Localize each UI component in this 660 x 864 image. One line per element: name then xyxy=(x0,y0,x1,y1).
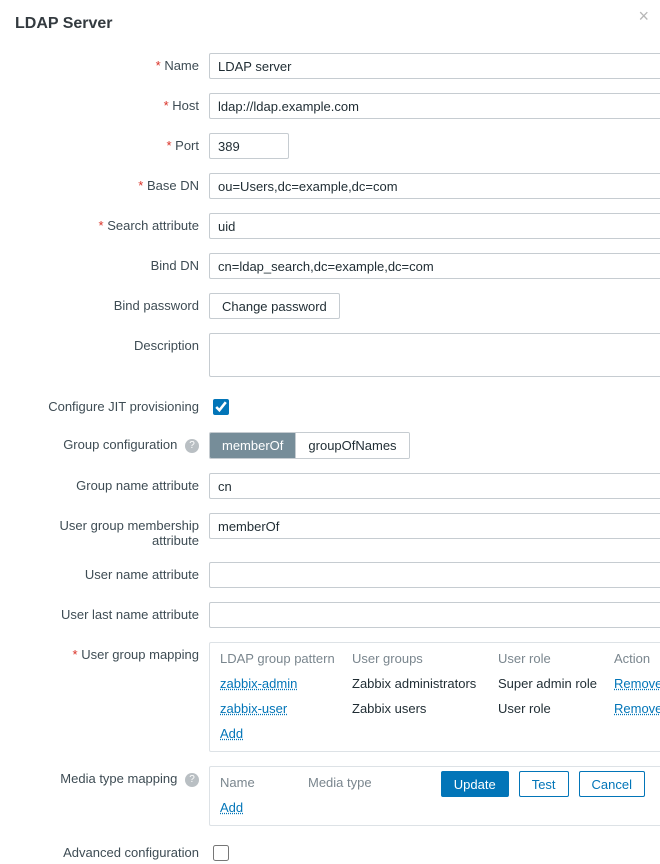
host-input[interactable] xyxy=(209,93,660,119)
label-bind-dn: Bind DN xyxy=(15,253,199,273)
ugm-add-link[interactable]: Add xyxy=(220,726,243,741)
label-user-group-mapping: User group mapping xyxy=(15,642,199,662)
label-port: Port xyxy=(15,133,199,153)
label-description: Description xyxy=(15,333,199,353)
ldap-form: Name Host Port Base DN Search attribute … xyxy=(15,53,645,864)
ugm-row-remove[interactable]: Remove xyxy=(614,676,660,691)
ugm-row-groups: Zabbix users xyxy=(352,701,492,716)
label-ugm-attr: User group membership attribute xyxy=(15,513,199,548)
ugm-row-pattern[interactable]: zabbix-user xyxy=(220,701,287,716)
ugm-row-pattern[interactable]: zabbix-admin xyxy=(220,676,297,691)
label-jit: Configure JIT provisioning xyxy=(15,394,199,414)
bind-dn-input[interactable] xyxy=(209,253,660,279)
mtm-add-link[interactable]: Add xyxy=(220,800,243,815)
label-advanced: Advanced configuration xyxy=(15,840,199,860)
dialog-footer: Update Test Cancel xyxy=(441,771,645,797)
test-button[interactable]: Test xyxy=(519,771,569,797)
label-host: Host xyxy=(15,93,199,113)
label-media-type-mapping: Media type mapping ? xyxy=(15,766,199,787)
search-attr-input[interactable] xyxy=(209,213,660,239)
label-group-name-attr: Group name attribute xyxy=(15,473,199,493)
change-password-button[interactable]: Change password xyxy=(209,293,340,319)
group-conf-segmented: memberOf groupOfNames xyxy=(209,432,410,459)
port-input[interactable] xyxy=(209,133,289,159)
ldap-server-dialog: LDAP Server × Name Host Port Base DN Sea… xyxy=(0,0,660,810)
user-name-attr-input[interactable] xyxy=(209,562,660,588)
ugm-attr-input[interactable] xyxy=(209,513,660,539)
help-icon[interactable]: ? xyxy=(185,773,199,787)
mtm-hdr-name: Name xyxy=(220,775,302,790)
description-input[interactable] xyxy=(209,333,660,377)
cancel-button[interactable]: Cancel xyxy=(579,771,645,797)
group-conf-groupofnames[interactable]: groupOfNames xyxy=(295,433,408,458)
group-conf-memberof[interactable]: memberOf xyxy=(210,433,295,458)
ugm-hdr-groups: User groups xyxy=(352,651,492,666)
label-group-conf: Group configuration ? xyxy=(15,432,199,453)
update-button[interactable]: Update xyxy=(441,771,509,797)
label-bind-password: Bind password xyxy=(15,293,199,313)
label-group-conf-text: Group configuration xyxy=(63,437,177,452)
ugm-row-role: User role xyxy=(498,701,608,716)
ugm-row-remove[interactable]: Remove xyxy=(614,701,660,716)
label-name: Name xyxy=(15,53,199,73)
user-group-mapping-box: LDAP group pattern User groups User role… xyxy=(209,642,660,752)
dialog-title: LDAP Server xyxy=(15,15,645,33)
label-search-attr: Search attribute xyxy=(15,213,199,233)
user-last-name-attr-input[interactable] xyxy=(209,602,660,628)
ugm-row-groups: Zabbix administrators xyxy=(352,676,492,691)
jit-checkbox[interactable] xyxy=(213,399,229,415)
label-user-name-attr: User name attribute xyxy=(15,562,199,582)
ugm-row-role: Super admin role xyxy=(498,676,608,691)
help-icon[interactable]: ? xyxy=(185,439,199,453)
label-base-dn: Base DN xyxy=(15,173,199,193)
base-dn-input[interactable] xyxy=(209,173,660,199)
ugm-hdr-role: User role xyxy=(498,651,608,666)
label-media-type-mapping-text: Media type mapping xyxy=(60,771,177,786)
group-name-attr-input[interactable] xyxy=(209,473,660,499)
mtm-hdr-media-type: Media type xyxy=(308,775,448,790)
ugm-hdr-pattern: LDAP group pattern xyxy=(220,651,346,666)
name-input[interactable] xyxy=(209,53,660,79)
advanced-checkbox[interactable] xyxy=(213,845,229,861)
label-user-last-name-attr: User last name attribute xyxy=(15,602,199,622)
close-icon[interactable]: × xyxy=(638,7,649,25)
user-group-mapping-grid: LDAP group pattern User groups User role… xyxy=(220,651,660,741)
ugm-hdr-action: Action xyxy=(614,651,660,666)
